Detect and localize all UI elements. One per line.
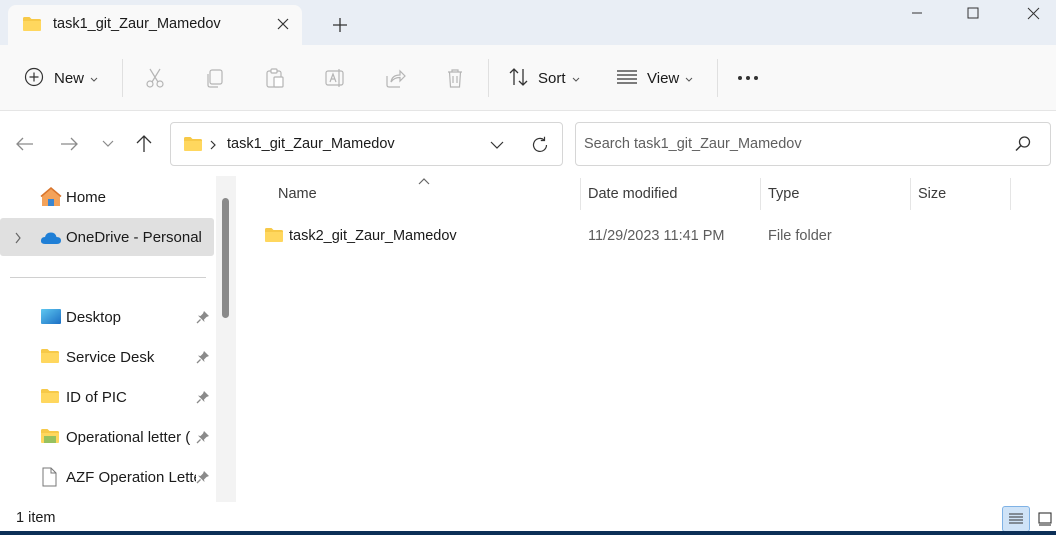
recent-locations-chevron-icon[interactable] (95, 131, 121, 157)
sidebar-item-onedrive[interactable]: OneDrive - Personal (0, 218, 214, 256)
sidebar-divider (10, 277, 206, 278)
folder-icon (22, 16, 42, 35)
sidebar-item-label: ID of PIC (66, 389, 127, 406)
folder-icon (183, 136, 203, 155)
view-button[interactable]: View (616, 63, 693, 93)
delete-icon[interactable] (444, 63, 466, 93)
address-bar[interactable]: task1_git_Zaur_Mamedov (170, 122, 563, 166)
pin-icon (196, 390, 210, 407)
column-header-name[interactable]: Name (278, 186, 317, 218)
sort-button[interactable]: Sort (508, 63, 580, 93)
cloud-icon (40, 230, 62, 248)
see-more-icon[interactable] (737, 63, 759, 93)
navigation-pane: Home OneDrive - Personal Desktop Service… (0, 176, 236, 502)
column-divider[interactable] (1010, 178, 1011, 210)
toolbar-divider (717, 59, 718, 97)
file-name: task2_git_Zaur_Mamedov (289, 228, 457, 244)
add-circle-icon (24, 67, 44, 90)
close-window-icon[interactable] (1018, 2, 1048, 24)
folder-icon (264, 227, 284, 246)
up-arrow-icon[interactable] (131, 131, 157, 157)
forward-arrow-icon[interactable] (56, 131, 82, 157)
sidebar-item-label: AZF Operation Lette (66, 469, 196, 486)
view-list-icon (616, 69, 638, 88)
sort-ascending-icon (418, 172, 430, 188)
file-row[interactable]: task2_git_Zaur_Mamedov 11/29/2023 11:41 … (250, 220, 1040, 252)
sidebar-item-label: Home (66, 189, 107, 206)
chevron-right-icon[interactable] (14, 231, 22, 247)
breadcrumb-current-folder[interactable]: task1_git_Zaur_Mamedov (227, 136, 395, 152)
minimize-icon[interactable] (902, 2, 932, 24)
paste-icon[interactable] (264, 63, 286, 93)
breadcrumb-chevron-icon[interactable] (209, 138, 217, 154)
copy-icon[interactable] (204, 63, 226, 93)
tab-current-folder[interactable]: task1_git_Zaur_Mamedov (8, 5, 302, 45)
maximize-icon[interactable] (958, 2, 988, 24)
sidebar-item-label: Service Desk (66, 349, 155, 366)
column-divider[interactable] (580, 178, 581, 210)
search-box[interactable] (575, 122, 1051, 166)
rename-icon[interactable] (324, 63, 346, 93)
pin-icon (196, 470, 210, 487)
column-divider[interactable] (910, 178, 911, 210)
item-count: 1 item (16, 510, 56, 526)
file-icon (40, 467, 58, 490)
folder-icon (40, 348, 60, 367)
folder-icon (40, 388, 60, 407)
sidebar-item-service-desk[interactable]: Service Desk (0, 338, 214, 376)
sidebar-item-operational-letter[interactable]: Operational letter ( (0, 418, 214, 456)
view-button-label: View (647, 69, 680, 87)
sidebar-item-label: Desktop (66, 309, 122, 326)
home-icon (40, 187, 62, 210)
large-icons-view-icon[interactable] (1031, 506, 1056, 532)
chevron-down-icon (90, 70, 98, 86)
column-divider[interactable] (760, 178, 761, 210)
title-bar: task1_git_Zaur_Mamedov (0, 0, 1056, 45)
taskbar-edge (0, 531, 1056, 535)
sidebar-item-label: Operational letter ( (66, 429, 191, 446)
desktop-icon (40, 308, 62, 329)
pin-icon (196, 430, 210, 447)
column-header-date-modified[interactable]: Date modified (588, 186, 677, 218)
search-input[interactable] (584, 132, 1004, 156)
sidebar-item-id-of-pic[interactable]: ID of PIC (0, 378, 214, 416)
sidebar-item-home[interactable]: Home (0, 178, 214, 216)
toolbar-divider (122, 59, 123, 97)
details-view-icon[interactable] (1002, 506, 1030, 532)
search-icon[interactable] (1014, 135, 1032, 156)
navigation-scrollbar[interactable] (216, 176, 236, 502)
sidebar-item-label: OneDrive - Personal (66, 229, 202, 246)
share-icon[interactable] (384, 63, 406, 93)
sort-icon (508, 67, 530, 90)
column-header-type[interactable]: Type (768, 186, 799, 218)
close-tab-icon[interactable] (272, 13, 294, 35)
toolbar-divider (488, 59, 489, 97)
cut-icon[interactable] (144, 63, 166, 93)
chevron-down-icon (572, 70, 580, 86)
new-tab-icon[interactable] (328, 13, 352, 37)
command-bar: New Sort View (0, 45, 1056, 111)
chevron-down-icon (685, 70, 693, 86)
sidebar-item-azf-operation-letter[interactable]: AZF Operation Lette (0, 458, 214, 496)
new-button-label: New (54, 69, 85, 87)
sidebar-item-desktop[interactable]: Desktop (0, 298, 214, 336)
refresh-icon[interactable] (529, 134, 551, 156)
pin-icon (196, 310, 210, 327)
back-arrow-icon[interactable] (12, 131, 38, 157)
sort-button-label: Sort (538, 69, 566, 87)
tab-title: task1_git_Zaur_Mamedov (53, 16, 221, 32)
scrollbar-thumb[interactable] (222, 198, 229, 318)
pin-icon (196, 350, 210, 367)
file-type: File folder (768, 228, 832, 244)
file-date-modified: 11/29/2023 11:41 PM (588, 228, 725, 244)
new-button[interactable]: New (24, 63, 98, 93)
folder-icon (40, 428, 60, 447)
address-dropdown-icon[interactable] (487, 135, 507, 155)
column-header-size[interactable]: Size (918, 186, 946, 218)
